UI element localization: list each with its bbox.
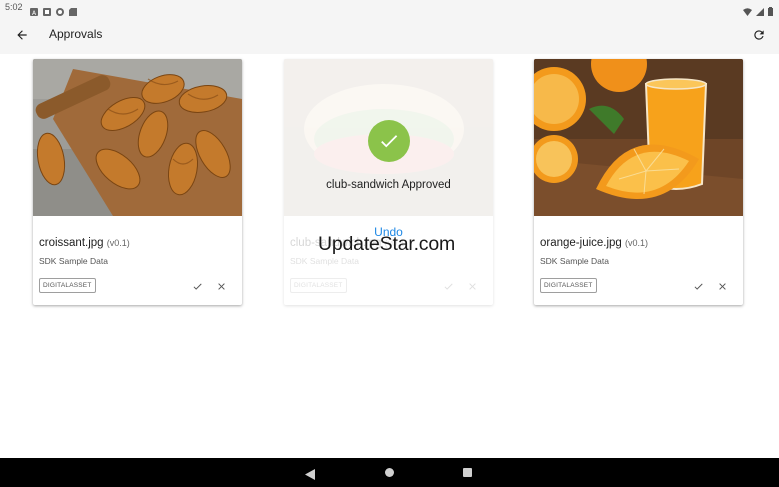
asset-filename: orange-juice.jpg (540, 237, 622, 249)
notification-a-icon: A (30, 3, 38, 17)
approve-button (440, 279, 456, 293)
asset-name: croissant.jpg (v0.1) (39, 237, 130, 249)
notification-circle-icon (56, 3, 64, 16)
notification-square-icon (43, 3, 51, 16)
approved-check-icon (368, 120, 410, 162)
asset-type-tag: DIGITALASSET (540, 278, 597, 293)
asset-version: (v0.1) (106, 238, 130, 248)
asset-source: SDK Sample Data (540, 256, 609, 266)
reject-button (464, 279, 480, 293)
app-bar: Approvals (0, 16, 779, 54)
check-icon (694, 283, 703, 290)
approve-button[interactable] (189, 279, 205, 293)
refresh-icon (754, 30, 764, 40)
asset-type-tag: DIGITALASSET (39, 278, 96, 293)
refresh-button[interactable] (749, 25, 769, 45)
status-notification-icons: A (30, 3, 77, 17)
back-button[interactable] (12, 25, 32, 45)
approve-button[interactable] (690, 279, 706, 293)
asset-version: (v0.1) (625, 238, 649, 248)
arrow-back-icon (17, 30, 27, 40)
reject-button[interactable] (213, 279, 229, 293)
close-icon (217, 282, 225, 290)
system-nav-bar (0, 458, 779, 487)
notification-sd-icon (69, 3, 77, 16)
croissant-image (33, 59, 242, 216)
nav-home-icon[interactable] (385, 468, 394, 477)
asset-name: orange-juice.jpg (v0.1) (540, 237, 648, 249)
asset-card-orange-juice: orange-juice.jpg (v0.1) SDK Sample Data … (534, 59, 743, 305)
check-icon (193, 283, 202, 290)
status-time: 5:02 (5, 2, 23, 12)
reject-button[interactable] (714, 279, 730, 293)
close-icon (718, 282, 726, 290)
orange-juice-image (534, 59, 743, 216)
nav-back-icon[interactable] (305, 467, 315, 485)
close-icon (468, 282, 476, 290)
check-icon (444, 283, 453, 290)
asset-card-croissant: croissant.jpg (v0.1) SDK Sample Data DIG… (33, 59, 242, 305)
asset-card-club-sandwich: club-sandwich Approved club-sandwich.jpg… (284, 59, 493, 305)
asset-source: SDK Sample Data (290, 256, 359, 266)
nav-recents-icon[interactable] (463, 468, 472, 477)
asset-source: SDK Sample Data (39, 256, 108, 266)
asset-filename: croissant.jpg (39, 237, 104, 249)
status-bar: 5:02 A (0, 0, 779, 17)
watermark-text: UpdateStar.com (318, 233, 456, 255)
page-title: Approvals (49, 27, 103, 41)
approved-message: club-sandwich Approved (326, 179, 451, 191)
asset-type-tag: DIGITALASSET (290, 278, 347, 293)
